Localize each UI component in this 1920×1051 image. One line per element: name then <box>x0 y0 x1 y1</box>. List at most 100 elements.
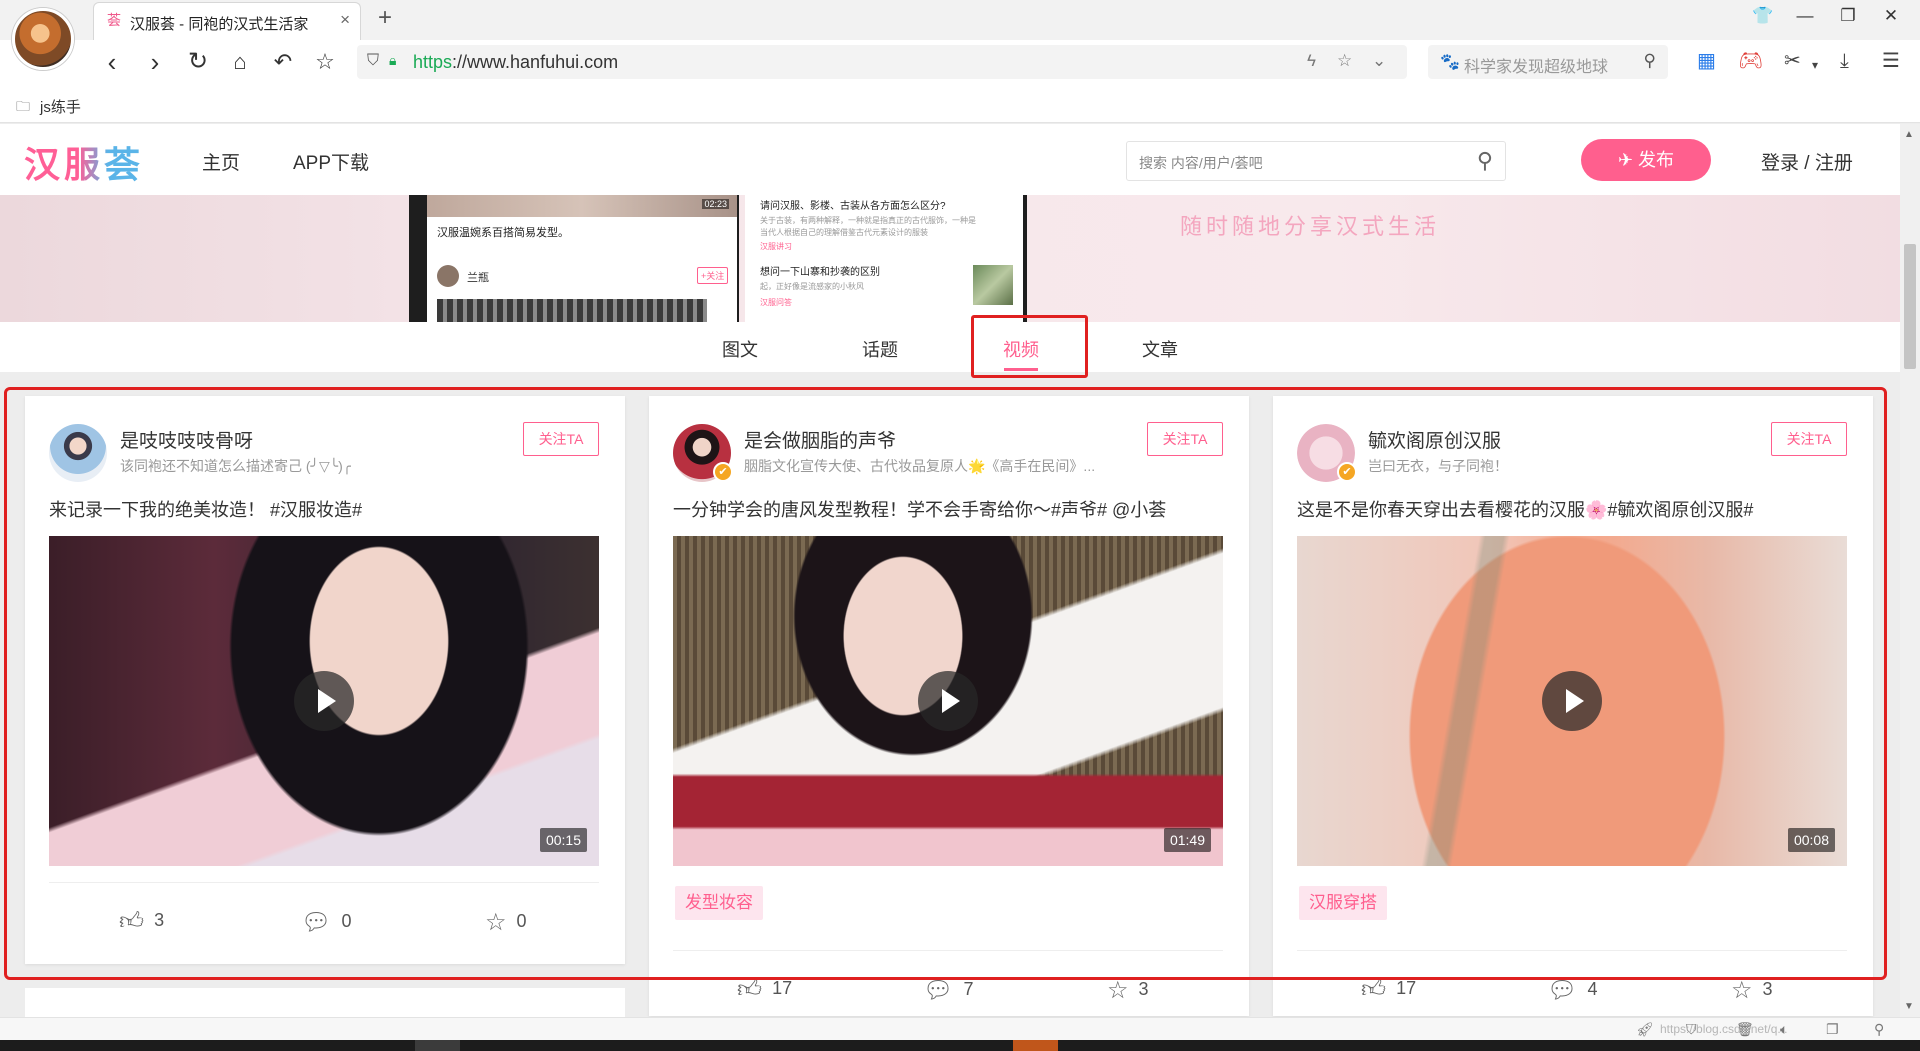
page-scrollbar[interactable]: ▲ ▼ <box>1900 124 1920 1017</box>
annotation-highlight-box <box>971 315 1088 378</box>
content-tab-strip: 图文 话题 视频 文章 <box>0 322 1900 372</box>
skin-icon[interactable]: 👕 <box>1748 6 1778 26</box>
banner-q2: 想问一下山寨和抄袭的区别 <box>760 267 880 278</box>
like-action[interactable]: 👍︎ 17 <box>737 976 792 1004</box>
browser-search-box[interactable]: 🐾 科学家发现超级地球 ⚲ <box>1428 45 1668 79</box>
site-logo[interactable]: 汉服荟 <box>24 136 144 188</box>
nav-app-download[interactable]: APP下载 <box>293 148 369 175</box>
browser-search-placeholder: 科学家发现超级地球 <box>1464 59 1609 76</box>
home-icon[interactable]: ⌂ <box>225 48 255 76</box>
browser-tab-bar: 荟 汉服荟 - 同袍的汉式生活家 × + 👕 — ❐ ✕ <box>0 0 1920 40</box>
favorite-star-icon[interactable]: ☆ <box>310 48 340 76</box>
comment-action[interactable]: 💬︎ 4 <box>1547 976 1597 1005</box>
star-icon: ☆ <box>1107 977 1129 1004</box>
trash-icon[interactable]: 🗑︎ <box>1736 1021 1754 1038</box>
comment-icon: 💬︎ <box>1547 977 1578 1004</box>
publish-label: 发布 <box>1638 150 1675 170</box>
comment-action[interactable]: 💬︎ 7 <box>923 976 973 1005</box>
scrollbar-thumb[interactable] <box>1904 244 1916 369</box>
banner-q2-thumbnail <box>973 265 1013 305</box>
star-icon: ☆ <box>1731 977 1753 1004</box>
scissors-dropdown-icon[interactable]: ▾ <box>1812 54 1818 76</box>
search-icon[interactable]: ⚲ <box>1477 148 1493 174</box>
tab-image-text[interactable]: 图文 <box>722 336 758 362</box>
banner-phone-caption: 汉服温婉系百搭简易发型。 <box>437 227 569 239</box>
bookmark-folder-js[interactable]: js练手 <box>40 96 81 117</box>
new-tab-icon[interactable]: + <box>378 4 392 32</box>
rocket-icon[interactable]: 🚀︎ <box>1636 1021 1654 1038</box>
annotation-highlight-box <box>4 387 1887 980</box>
site-favicon-icon: 荟 <box>107 12 121 28</box>
watermark-text: https://blog.csdn.net/q... <box>1660 1022 1788 1036</box>
login-register-link[interactable]: 登录 / 注册 <box>1761 148 1853 175</box>
nav-home[interactable]: 主页 <box>202 148 240 175</box>
lightning-icon[interactable]: ϟ <box>1307 51 1316 71</box>
banner-slogan: 随时随地分享汉式生活 <box>1180 214 1441 239</box>
game-controller-icon[interactable]: 🎮︎ <box>1738 50 1763 72</box>
chevron-down-icon[interactable]: ⌄ <box>1372 51 1386 71</box>
banner-phone-avatar <box>437 265 459 287</box>
tab-topic[interactable]: 话题 <box>862 336 898 362</box>
zoom-icon[interactable]: ⚲ <box>1874 1021 1884 1038</box>
restore-icon[interactable]: ❐ <box>1833 6 1863 26</box>
banner-q2-tag: 汉服问答 <box>760 298 792 307</box>
browser-tab-title: 汉服荟 - 同袍的汉式生活家 <box>130 16 309 33</box>
taskbar-item[interactable] <box>415 1040 460 1051</box>
reload-icon[interactable]: ↻ <box>183 48 213 76</box>
banner-phone-image: 02:23 <box>427 195 737 217</box>
banner-phone-time: 02:23 <box>702 199 729 209</box>
shield-icon[interactable]: ⛉ <box>367 52 379 70</box>
close-window-icon[interactable]: ✕ <box>1876 6 1906 26</box>
forward-icon[interactable]: › <box>140 48 170 76</box>
scroll-up-icon[interactable]: ▲ <box>1904 129 1914 140</box>
banner-q1-tag: 汉服讲习 <box>760 242 792 251</box>
like-count: 17 <box>772 978 793 998</box>
tab-article[interactable]: 文章 <box>1142 336 1178 362</box>
volume-icon[interactable]: 🔈︎ <box>1780 1021 1788 1038</box>
send-icon: ✈ <box>1617 150 1634 170</box>
undo-close-icon[interactable]: ↶ <box>268 48 298 76</box>
favorite-action[interactable]: ☆ 3 <box>1731 976 1773 1005</box>
bookmark-star-icon[interactable]: ☆ <box>1337 51 1352 71</box>
address-bar[interactable]: ⛉ 🔒︎ https://www.hanfuhui.com ϟ ☆ ⌄ <box>357 45 1407 79</box>
lock-icon: 🔒︎ <box>389 52 397 68</box>
window-icon[interactable]: ❐ <box>1826 1021 1839 1038</box>
site-search-input[interactable]: 搜索 内容/用户/荟吧 ⚲ <box>1126 141 1506 181</box>
menu-icon[interactable]: ☰ <box>1882 50 1900 72</box>
like-count: 17 <box>1396 978 1417 998</box>
download-icon[interactable]: ⤓ <box>1840 50 1849 72</box>
post-card-next[interactable] <box>25 988 625 1018</box>
like-action[interactable]: 👍︎ 17 <box>1361 976 1416 1004</box>
url-text[interactable]: https://www.hanfuhui.com <box>413 52 618 73</box>
favorite-count: 3 <box>1138 979 1149 999</box>
bookmark-bar: 🗀 js练手 <box>0 85 1920 123</box>
search-icon[interactable]: ⚲ <box>1644 51 1656 71</box>
banner-phone-screen: 02:23 汉服温婉系百搭简易发型。 兰瓶 +关注 <box>427 195 737 322</box>
apps-grid-icon[interactable]: ▦ <box>1697 50 1716 72</box>
scissors-icon[interactable]: ✂ <box>1784 50 1801 72</box>
favorite-count: 3 <box>1762 979 1773 999</box>
browser-tab-active[interactable]: 荟 汉服荟 - 同袍的汉式生活家 × <box>93 2 361 40</box>
banner-phone-bottom-image <box>437 299 707 322</box>
tab-close-icon[interactable]: × <box>340 10 350 30</box>
banner-q1: 请问汉服、影楼、古装从各方面怎么区分? <box>760 201 946 212</box>
comment-count: 4 <box>1587 979 1598 999</box>
comment-count: 7 <box>963 979 974 999</box>
minimize-icon[interactable]: — <box>1790 6 1820 26</box>
favorite-action[interactable]: ☆ 3 <box>1107 976 1149 1005</box>
scroll-down-icon[interactable]: ▼ <box>1904 1001 1914 1012</box>
banner-phone-user: 兰瓶 <box>467 272 489 284</box>
baidu-paw-icon: 🐾 <box>1440 54 1460 71</box>
os-taskbar <box>0 1040 1920 1051</box>
browser-user-avatar[interactable] <box>12 8 74 70</box>
site-header: 汉服荟 主页 APP下载 搜索 内容/用户/荟吧 ⚲ ✈ 发布 登录 / 注册 <box>0 124 1900 195</box>
banner-q1-sub1: 关于古装，有两种解释，一种就是指真正的古代服饰，一种是 <box>760 216 976 225</box>
banner-phone2: 请问汉服、影楼、古装从各方面怎么区分? 关于古装，有两种解释，一种就是指真正的古… <box>745 195 1027 322</box>
thumbs-up-icon: 👍︎ <box>737 976 763 1003</box>
taskbar-item-active[interactable] <box>1013 1040 1058 1051</box>
banner[interactable]: 02:23 汉服温婉系百搭简易发型。 兰瓶 +关注 请问汉服、影楼、古装从各方面… <box>0 195 1900 322</box>
folder-icon: 🗀 <box>16 98 30 114</box>
publish-button[interactable]: ✈ 发布 <box>1581 139 1711 181</box>
banner-phone-follow: +关注 <box>697 267 729 284</box>
back-icon[interactable]: ‹ <box>97 48 127 76</box>
